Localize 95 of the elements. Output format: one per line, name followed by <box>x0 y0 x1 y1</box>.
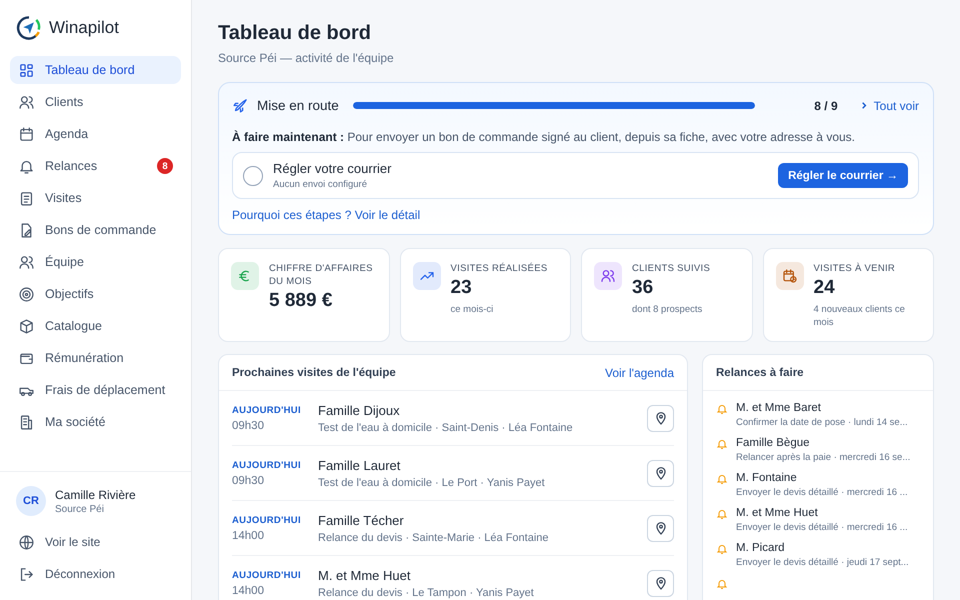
nav-icon <box>18 190 35 206</box>
progress-count: 8 / 9 <box>814 98 838 112</box>
visit-time: 09h30 <box>232 474 265 486</box>
nav-icon <box>18 254 35 270</box>
stat-label: VISITES RÉALISÉES <box>450 262 548 275</box>
details-link[interactable]: Pourquoi ces étapes ? Voir le détail <box>232 208 919 222</box>
reminder-detail: Confirmer la date de pose · lundi 14 se... <box>736 417 908 428</box>
visit-day: AUJOURD'HUI <box>232 460 318 470</box>
sidebar-item[interactable]: Catalogue <box>10 312 181 340</box>
visit-time: 09h30 <box>232 420 265 432</box>
visit-day: AUJOURD'HUI <box>232 514 318 526</box>
sidebar-item[interactable]: Clients <box>10 88 181 116</box>
avatar: CR <box>16 486 46 516</box>
nav-icon <box>18 94 35 110</box>
nav-icon <box>18 318 35 334</box>
sidebar-link[interactable]: Déconnexion <box>16 558 175 590</box>
stat-note: ce mois-ci <box>450 303 494 316</box>
bell-icon <box>716 543 728 555</box>
reminder-name: M. et Mme Huet <box>736 507 819 519</box>
reminder-name: M. Fontaine <box>736 472 798 484</box>
visit-detail: Test de l'eau à domicile · Le Port · Yanis Payet <box>318 476 546 488</box>
step-subtitle: Aucun envoi configuré <box>273 179 368 190</box>
stat-label: CLIENTS SUIVIS <box>632 262 710 275</box>
nav-icon <box>18 62 35 78</box>
sidebar-item[interactable]: Objectifs <box>10 280 181 308</box>
stat-value: 5 889 € <box>269 290 334 312</box>
rocket-icon <box>232 97 249 114</box>
bell-icon <box>716 403 728 415</box>
map-pin-button[interactable] <box>647 514 674 542</box>
visit-name: M. et Mme Huet <box>318 568 412 582</box>
visit-name: Famille Técher <box>318 512 405 528</box>
configure-mail-button[interactable]: Régler le courrier → <box>778 163 908 188</box>
stat-value: 24 <box>814 277 836 299</box>
nav-icon <box>18 414 35 430</box>
panel-title: Prochaines visites de l'équipe <box>232 366 396 378</box>
bell-icon <box>716 438 728 450</box>
stat-icon <box>782 268 798 284</box>
panel-title: Relances à faire <box>716 366 804 378</box>
stat-label: CHIFFRE D'AFFAIRES DU MOIS <box>269 262 374 288</box>
stat-icon <box>600 268 616 284</box>
visit-day: AUJOURD'HUI <box>232 570 318 580</box>
reminder-detail: Envoyer le devis détaillé · jeudi 17 sept... <box>736 557 909 568</box>
visit-name: Famille Lauret <box>318 458 402 472</box>
page-subtitle: Source Péi — activité de l'équipe <box>218 51 395 65</box>
sidebar-item[interactable]: Relances 8 <box>10 152 181 180</box>
reminder-detail: Envoyer le devis détaillé · mercredi 16 ... <box>736 522 908 533</box>
user-company: Source Péi <box>55 504 105 514</box>
reminder-detail: Envoyer le devis détaillé · mercredi 16 ... <box>736 487 908 498</box>
visit-time: 14h00 <box>232 584 265 596</box>
sidebar-item[interactable]: Visites <box>10 184 181 212</box>
agenda-link[interactable]: Voir l'agenda <box>604 366 674 380</box>
chevron-icon <box>860 101 869 110</box>
sidebar-item[interactable]: Ma société <box>10 408 181 436</box>
stat-value: 23 <box>450 277 473 299</box>
logo-icon <box>16 15 42 41</box>
onboarding-title: Mise en route <box>257 98 339 113</box>
bell-icon <box>716 508 728 520</box>
visit-day: AUJOURD'HUI <box>232 404 318 416</box>
user-name: Camille Rivière <box>55 488 136 502</box>
page-title: Tableau de bord <box>218 22 372 45</box>
brand-name: Winapilot <box>49 18 119 38</box>
reminder-name: Famille Bègue <box>736 437 811 449</box>
stat-note: dont 8 prospects <box>632 303 704 316</box>
stat-value: 36 <box>632 277 654 299</box>
visit-detail: Test de l'eau à domicile · Saint-Denis · Léa Fontaine <box>318 422 574 434</box>
sidebar-item[interactable]: Bons de commande <box>10 216 181 244</box>
sidebar-item[interactable]: Agenda <box>10 120 181 148</box>
sidebar-item[interactable]: Frais de déplacement <box>10 376 181 404</box>
nav-icon <box>18 286 35 302</box>
step-checkbox[interactable] <box>243 166 263 186</box>
reminder-name: M. Picard <box>736 542 786 554</box>
logout-icon <box>18 566 35 582</box>
visit-time: 14h00 <box>232 530 265 542</box>
sidebar-item[interactable]: Rémunération <box>10 344 181 372</box>
nav-icon <box>18 126 35 142</box>
reminder-detail: Relancer après la paie · mercredi 16 se... <box>736 452 910 463</box>
todo-text: À faire maintenant : Pour envoyer un bon de commande signé au client, depuis sa fiche, avec votre adresse à vous. <box>232 130 856 144</box>
globe-icon <box>18 534 35 550</box>
stat-label: VISITES À VENIR <box>814 262 896 275</box>
step-title: Régler votre courrier <box>273 161 392 176</box>
map-pin-button[interactable] <box>647 570 674 596</box>
map-pin-button[interactable] <box>647 404 674 432</box>
visit-detail: Relance du devis · Le Tampon · Yanis Payet <box>318 586 535 598</box>
visit-detail: Relance du devis · Sainte-Marie · Léa Fontaine <box>318 532 550 544</box>
bell-icon <box>716 473 728 485</box>
sidebar-item[interactable]: Tableau de bord <box>10 56 181 84</box>
sidebar-link[interactable]: Voir le site <box>16 526 175 558</box>
visit-name: Famille Dijoux <box>318 402 401 418</box>
count-badge: 8 <box>157 158 173 174</box>
stat-note: 4 nouveaux clients ce mois <box>814 303 906 329</box>
sidebar-item[interactable]: Équipe <box>10 248 181 276</box>
bell-icon <box>716 578 728 590</box>
reminder-name: M. et Mme Baret <box>736 402 822 414</box>
map-pin-button[interactable] <box>647 460 674 486</box>
see-all-link[interactable]: Tout voir <box>860 98 919 112</box>
